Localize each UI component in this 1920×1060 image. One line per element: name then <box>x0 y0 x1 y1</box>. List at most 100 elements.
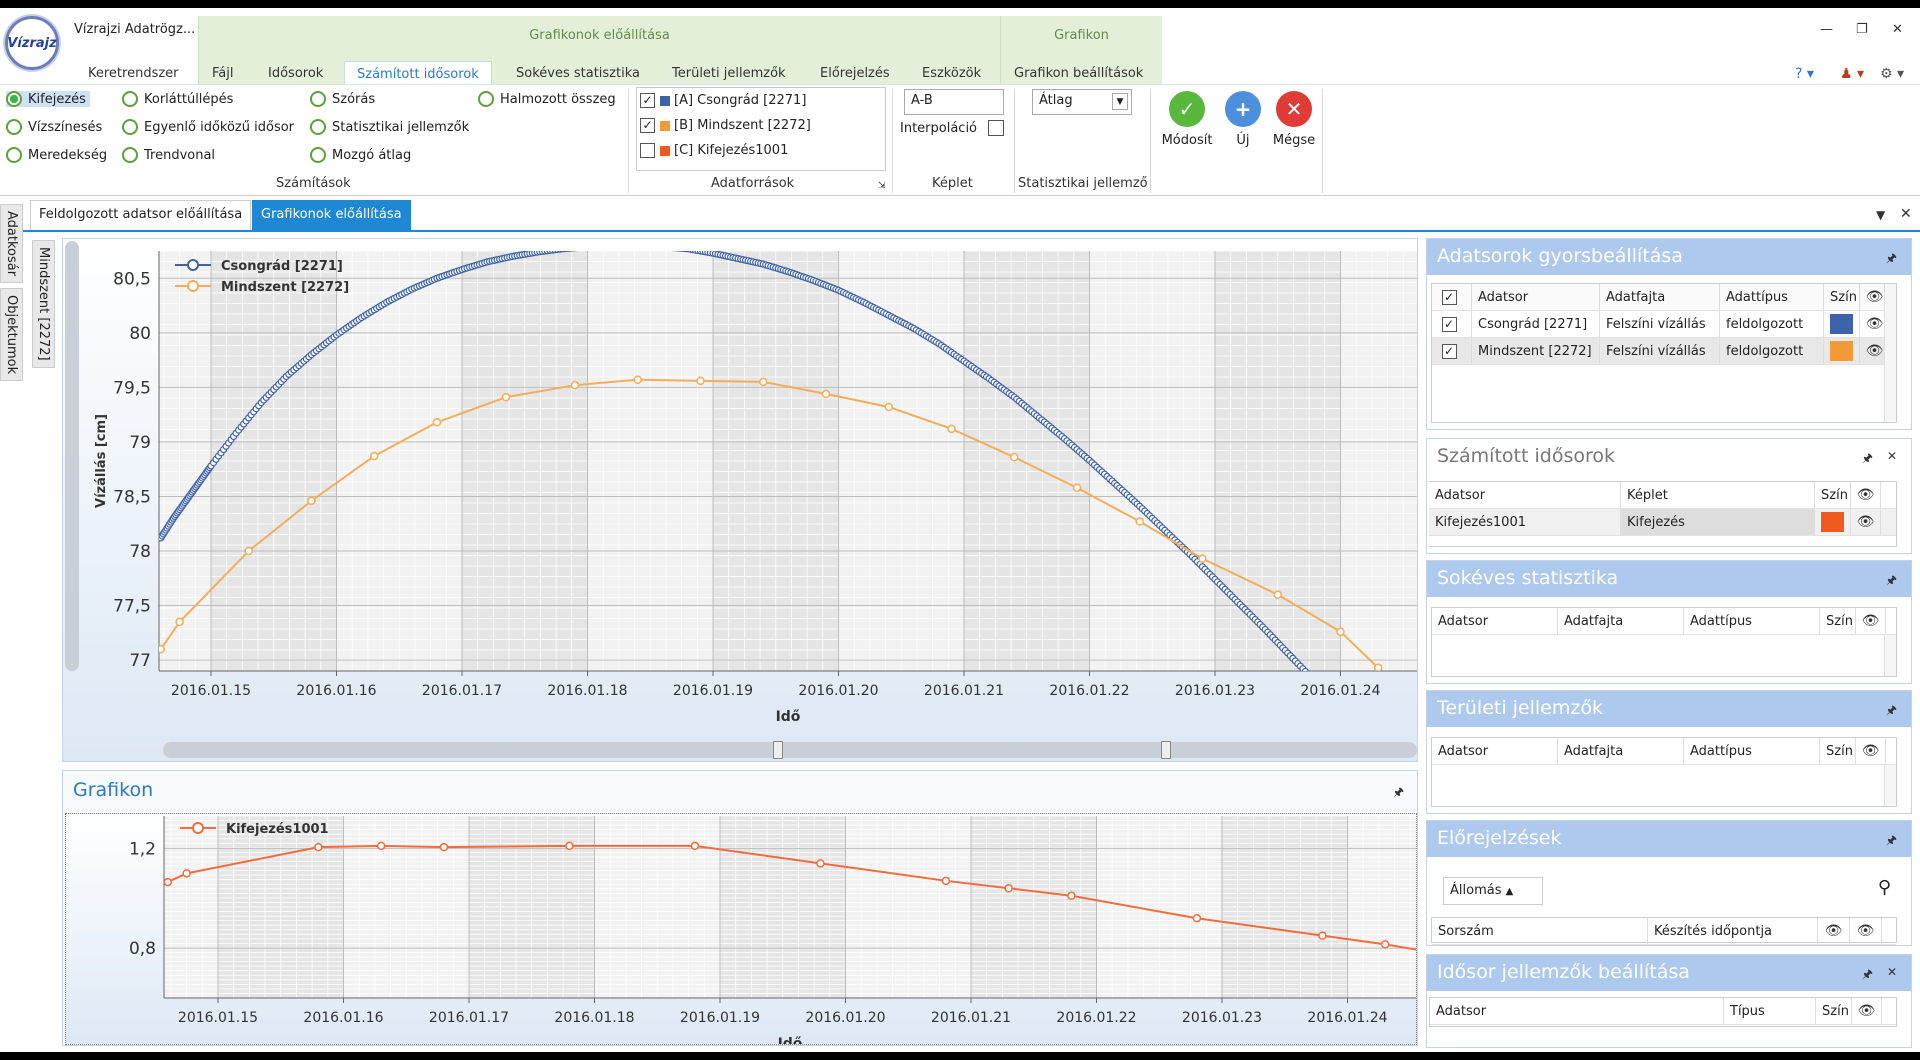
eye-icon[interactable]: 👁 <box>1862 743 1880 759</box>
radio-mozgo-atlag[interactable]: Mozgó átlag <box>310 147 411 163</box>
radio-trendvonal[interactable]: Trendvonal <box>122 147 215 163</box>
tab-keretrendszer[interactable]: Keretrendszer <box>88 66 179 81</box>
sidetab-mindszent[interactable]: Mindszent [2272] <box>32 240 55 368</box>
slider-thumb-left[interactable] <box>773 741 783 759</box>
restore-icon[interactable]: ❐ <box>1856 22 1868 37</box>
col-header[interactable]: Adatsor <box>1430 998 1724 1024</box>
secondary-chart[interactable]: 1,2 0,8 2016.01.15 2016.01.16 2016.01.17 2016… <box>66 814 1416 1052</box>
table-row[interactable]: ✓ Csongrád [2271] Felszíni vízállás feld… <box>1432 311 1896 338</box>
tab-idosorok[interactable]: Idősorok <box>268 66 323 81</box>
checkbox-icon[interactable]: ✓ <box>640 93 655 108</box>
sidetab-objektumok[interactable]: Objektumok <box>0 288 23 382</box>
eye-icon[interactable]: 👁 <box>1866 289 1884 305</box>
interpolation-checkbox[interactable] <box>988 120 1004 136</box>
color-swatch[interactable] <box>1830 314 1853 334</box>
close-icon[interactable]: ✕ <box>1887 449 1897 463</box>
radio-vizszineses[interactable]: Vízszínesés <box>6 119 102 135</box>
datasource-item-b[interactable]: ✓ [B] Mindszent [2272] <box>640 118 811 133</box>
col-header[interactable]: Adatfajta <box>1558 608 1684 634</box>
radio-kifejezes[interactable]: Kifejezés <box>6 91 90 107</box>
col-header[interactable]: Képlet <box>1621 482 1815 508</box>
dialog-launcher-icon[interactable]: ⇲ <box>878 181 886 191</box>
cancel-button[interactable]: ✕ Mégse <box>1265 91 1323 148</box>
color-swatch[interactable] <box>1821 512 1844 532</box>
doctab-feldolgozott[interactable]: Feldolgozott adatsor előállítása <box>30 200 252 230</box>
radio-meredekseg[interactable]: Meredekség <box>6 147 107 163</box>
col-header[interactable]: Adatsor <box>1472 284 1600 310</box>
pin-icon[interactable]: 🖈 <box>1393 783 1404 804</box>
col-header[interactable]: Típus <box>1724 998 1816 1024</box>
tab-grafikon-beallitasok[interactable]: Grafikon beállítások <box>1014 66 1143 81</box>
user-icon[interactable]: ♟ ▾ <box>1840 66 1864 82</box>
checkbox-icon[interactable] <box>640 143 655 158</box>
new-button[interactable]: + Új <box>1214 91 1272 148</box>
station-dropdown[interactable]: Állomás ▲ <box>1443 877 1543 905</box>
radio-statisztikai-jellemzok[interactable]: Statisztikai jellemzők <box>310 119 469 135</box>
radio-halmozott-osszeg[interactable]: Halmozott összeg <box>478 91 616 107</box>
eye-icon[interactable]: 👁 <box>1857 514 1875 530</box>
eye-icon[interactable]: 👁 <box>1825 923 1843 939</box>
col-header[interactable]: Szín <box>1824 284 1860 310</box>
minimize-icon[interactable]: — <box>1820 22 1833 37</box>
radio-szoras[interactable]: Szórás <box>310 91 375 107</box>
modify-button[interactable]: ✓ Módosít <box>1158 91 1216 148</box>
eye-icon[interactable]: 👁 <box>1857 487 1875 503</box>
col-header[interactable]: Adattípus <box>1684 738 1820 764</box>
formula-input[interactable]: A-B <box>904 89 1004 115</box>
col-header[interactable]: Adatsor <box>1432 738 1558 764</box>
help-icon[interactable]: ? ▾ <box>1795 66 1814 82</box>
chevron-down-icon[interactable]: ▼ <box>1112 93 1128 110</box>
eye-icon[interactable]: 👁 <box>1866 343 1884 359</box>
close-icon[interactable]: ✕ <box>1887 965 1897 979</box>
col-header[interactable]: Szín <box>1820 608 1856 634</box>
eye-icon[interactable]: 👁 <box>1857 923 1875 939</box>
tab-elorejelzes[interactable]: Előrejelzés <box>820 66 890 81</box>
eye-icon[interactable]: 👁 <box>1866 316 1884 332</box>
close-icon[interactable]: ✕ <box>1900 206 1912 222</box>
select-all-checkbox[interactable]: ✓ <box>1441 289 1457 305</box>
col-header[interactable]: Adatsor <box>1432 608 1558 634</box>
search-icon[interactable]: ⚲ <box>1878 877 1891 898</box>
col-header[interactable]: Szín <box>1816 998 1852 1024</box>
col-header[interactable]: Szín <box>1820 738 1856 764</box>
pin-icon[interactable]: 🖈 <box>1886 701 1897 722</box>
radio-korlattullepes[interactable]: Korláttúllépés <box>122 91 233 107</box>
table-row[interactable]: Kifejezés1001 Kifejezés 👁 <box>1429 509 1896 536</box>
statistic-select[interactable]: Átlag ▼ <box>1032 89 1132 115</box>
main-chart[interactable]: 80,5 80 79,5 79 78,5 78 77,5 77 2016.01.15 2016.0… <box>63 239 1417 739</box>
radio-egyenlo-idokozu[interactable]: Egyenlő időközű idősor <box>122 119 294 135</box>
col-header[interactable]: Készítés időpontja <box>1648 918 1818 944</box>
checkbox-icon[interactable]: ✓ <box>640 118 655 133</box>
col-header[interactable]: Adatfajta <box>1600 284 1720 310</box>
slider-thumb-right[interactable] <box>1161 741 1171 759</box>
close-icon[interactable]: ✕ <box>1892 22 1903 37</box>
color-swatch[interactable] <box>1830 341 1853 361</box>
eye-icon[interactable]: 👁 <box>1858 1003 1876 1019</box>
horizontal-zoom-slider[interactable] <box>163 741 1417 759</box>
tab-teruleti-jellemzok[interactable]: Területi jellemzők <box>672 66 786 81</box>
tab-eszkozok[interactable]: Eszközök <box>922 66 981 81</box>
col-header[interactable]: Szín <box>1815 482 1851 508</box>
scrollbar[interactable] <box>1884 765 1896 806</box>
vertical-zoom-slider[interactable] <box>65 241 79 671</box>
datasource-item-a[interactable]: ✓ [A] Csongrád [2271] <box>640 93 806 108</box>
col-header[interactable]: Adatsor <box>1429 482 1621 508</box>
eye-icon[interactable]: 👁 <box>1862 613 1880 629</box>
col-header[interactable]: Sorszám <box>1432 918 1648 944</box>
doctab-grafikonok[interactable]: Grafikonok előállítása <box>252 200 411 230</box>
tab-fajl[interactable]: Fájl <box>212 66 233 81</box>
row-checkbox[interactable]: ✓ <box>1441 343 1457 359</box>
tab-sokeves-statisztika[interactable]: Sokéves statisztika <box>516 66 640 81</box>
scrollbar[interactable] <box>1884 284 1896 422</box>
col-header[interactable]: Adattípus <box>1720 284 1824 310</box>
row-checkbox[interactable]: ✓ <box>1441 316 1457 332</box>
pin-icon[interactable]: 🖈 <box>1862 449 1873 470</box>
chevron-down-icon[interactable]: ▼ <box>1876 208 1885 222</box>
col-header[interactable]: Adattípus <box>1684 608 1820 634</box>
scrollbar[interactable] <box>1884 635 1896 676</box>
pin-icon[interactable]: 🖈 <box>1886 249 1897 270</box>
pin-icon[interactable]: 🖈 <box>1862 965 1873 986</box>
sidetab-adatkosar[interactable]: Adatkosár <box>0 204 23 284</box>
datasource-item-c[interactable]: [C] Kifejezés1001 <box>640 143 788 158</box>
gear-icon[interactable]: ⚙ ▾ <box>1880 66 1904 82</box>
